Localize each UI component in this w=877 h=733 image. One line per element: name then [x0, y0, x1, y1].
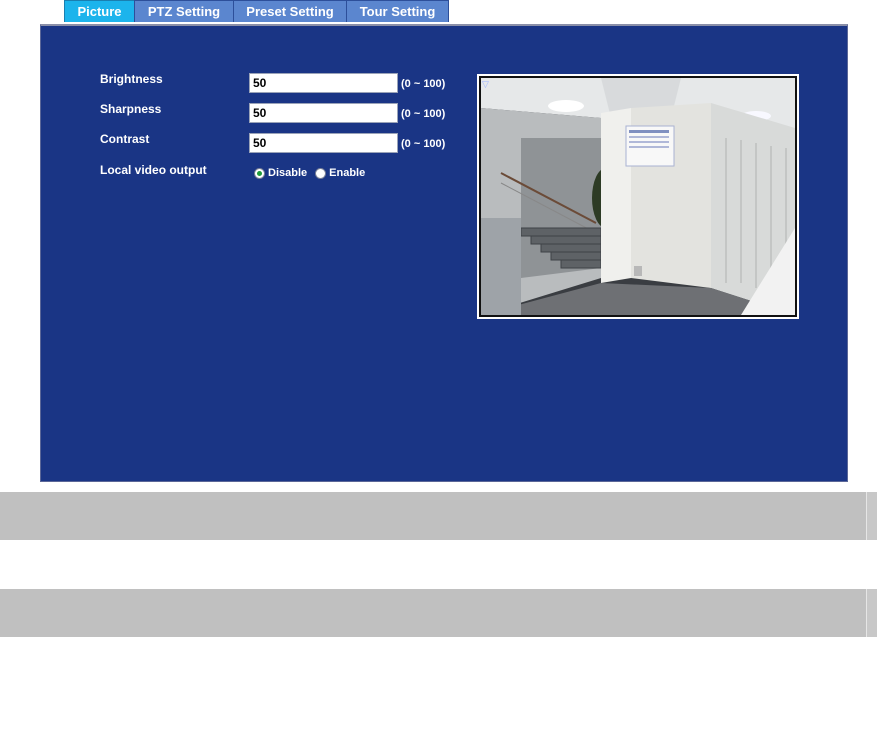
brightness-input[interactable]	[249, 73, 398, 93]
enable-option-label[interactable]: Enable	[329, 167, 365, 179]
sharpness-input[interactable]	[249, 103, 398, 123]
contrast-input[interactable]	[249, 133, 398, 153]
tab-tour-setting[interactable]: Tour Setting	[346, 0, 449, 22]
camera-overlay-icon: ▽	[482, 79, 489, 89]
brightness-range: (0 ~ 100)	[401, 78, 446, 90]
sharpness-range: (0 ~ 100)	[401, 108, 446, 120]
sharpness-label: Sharpness	[100, 102, 162, 116]
picture-settings-panel: Brightness (0 ~ 100) Sharpness (0 ~ 100)…	[40, 24, 848, 482]
brightness-label: Brightness	[100, 72, 163, 86]
radio-unchecked-icon[interactable]	[315, 167, 327, 179]
local-video-output-radio-group: Disable Enable	[254, 167, 373, 179]
tab-bar: Picture PTZ Setting Preset Setting Tour …	[64, 0, 449, 23]
tab-picture[interactable]: Picture	[64, 0, 135, 22]
disable-option-label[interactable]: Disable	[268, 167, 307, 179]
scrollbar-stub[interactable]	[866, 492, 877, 540]
tab-preset-setting[interactable]: Preset Setting	[233, 0, 347, 22]
scrollbar-stub[interactable]	[866, 589, 877, 637]
camera-preview-frame: ▽	[477, 74, 799, 319]
radio-checked-icon[interactable]	[254, 167, 265, 179]
camera-preview-image: ▽	[479, 76, 797, 317]
contrast-range: (0 ~ 100)	[401, 138, 446, 150]
local-video-output-label: Local video output	[100, 163, 207, 177]
contrast-label: Contrast	[100, 132, 150, 146]
gray-bar-top	[0, 492, 877, 540]
tab-ptz-setting[interactable]: PTZ Setting	[134, 0, 234, 22]
gray-bar-bottom	[0, 589, 877, 637]
